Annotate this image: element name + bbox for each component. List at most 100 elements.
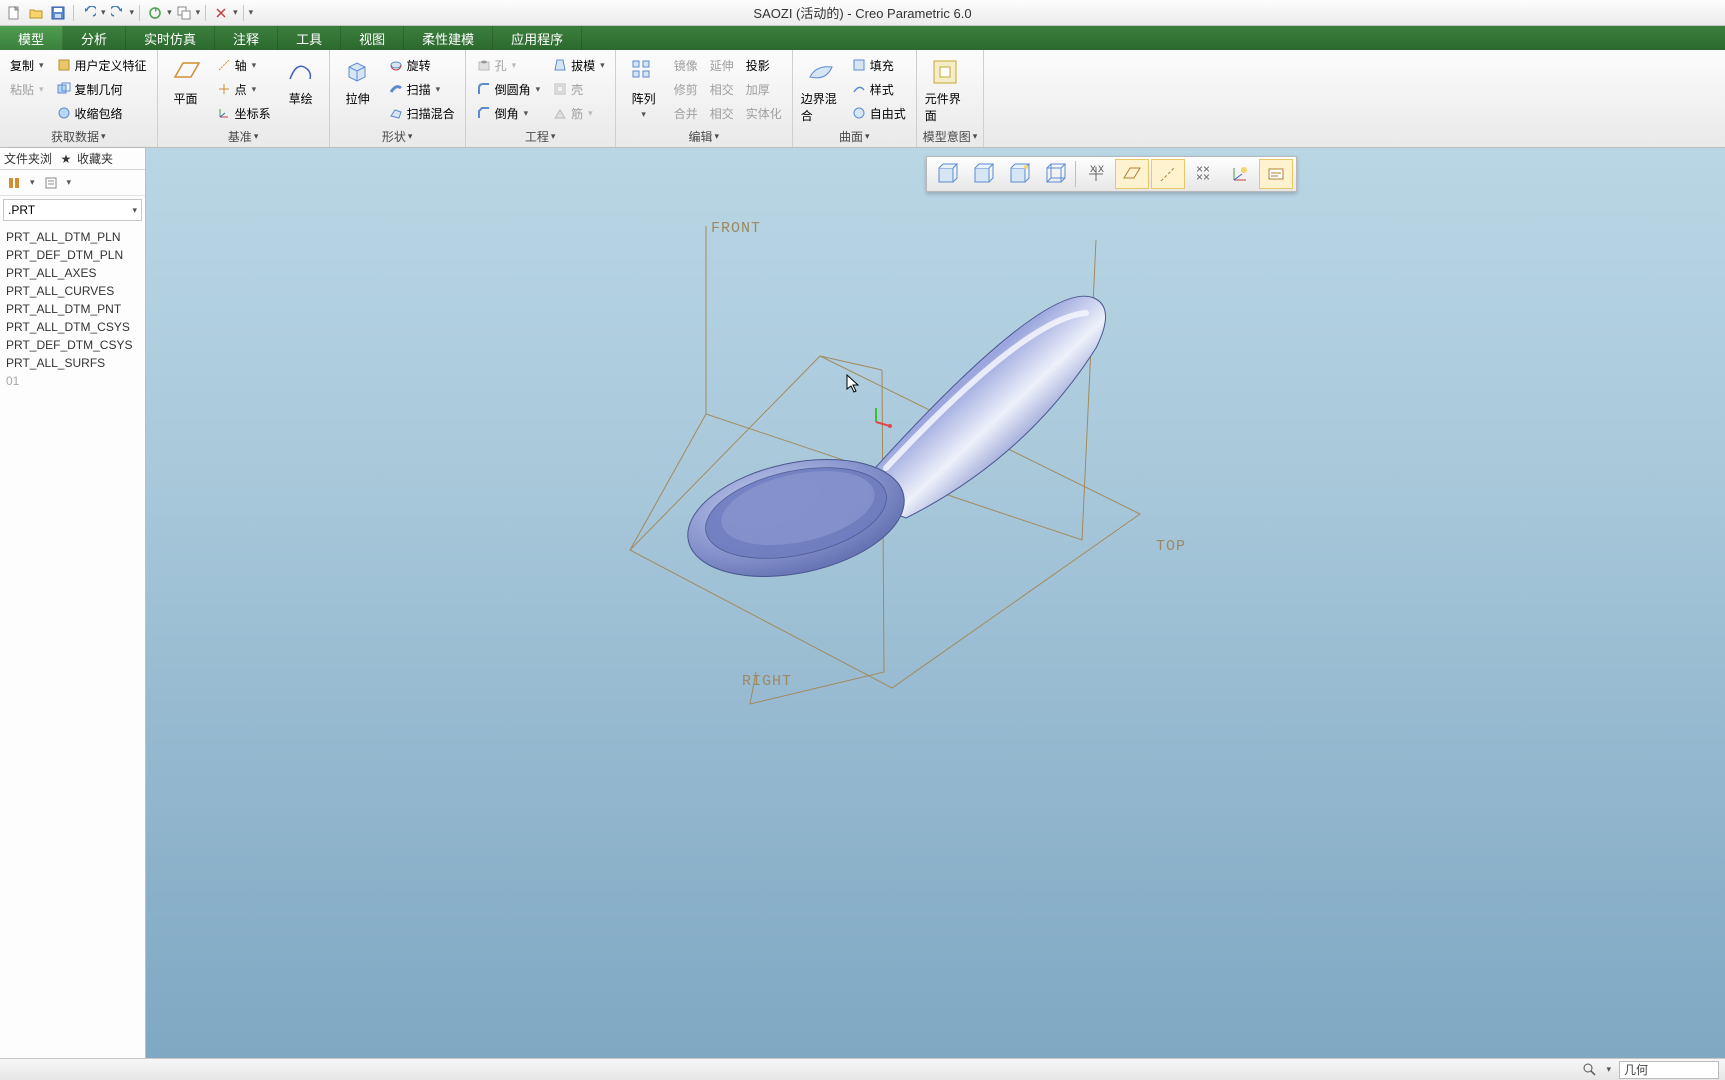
- tree-item[interactable]: PRT_ALL_CURVES: [4, 282, 141, 300]
- paste-button[interactable]: 粘贴: [6, 78, 48, 100]
- tab-annotate[interactable]: 注释: [215, 26, 278, 50]
- tab-model[interactable]: 模型: [0, 26, 63, 50]
- group-datum-label: 基准: [228, 128, 252, 145]
- tree-filter-icon[interactable]: [43, 175, 59, 191]
- style-button[interactable]: 样式: [847, 78, 910, 100]
- sweep-blend-button[interactable]: 扫描混合: [384, 102, 459, 124]
- group-get-data-label: 获取数据: [51, 128, 99, 145]
- windows-button[interactable]: [174, 3, 194, 23]
- draft-label: 拔模: [571, 57, 595, 74]
- tree-item[interactable]: PRT_ALL_DTM_CSYS: [4, 318, 141, 336]
- axis-button[interactable]: 轴: [212, 54, 275, 76]
- open-file-button[interactable]: [26, 3, 46, 23]
- regen-button[interactable]: [145, 3, 165, 23]
- chamfer-label: 倒角: [495, 105, 519, 122]
- viewport-svg: [146, 148, 1725, 1058]
- freestyle-button[interactable]: 自由式: [847, 102, 910, 124]
- shrinkwrap-icon: [56, 105, 72, 121]
- sketch-button[interactable]: 草绘: [279, 54, 323, 127]
- round-button[interactable]: 倒圆角: [472, 78, 545, 100]
- redo-button[interactable]: [108, 3, 128, 23]
- tree-item[interactable]: 01: [4, 372, 141, 390]
- pattern-button[interactable]: 阵列 ▾: [622, 54, 666, 127]
- extrude-button[interactable]: 拉伸: [336, 54, 380, 127]
- find-icon[interactable]: [1582, 1062, 1598, 1078]
- udf-label: 用户定义特征: [75, 57, 147, 74]
- pattern-icon: [628, 56, 660, 88]
- tab-simulation[interactable]: 实时仿真: [126, 26, 215, 50]
- copy-button[interactable]: 复制: [6, 54, 48, 76]
- shell-button[interactable]: 壳: [548, 78, 609, 100]
- extend-label: 延伸: [710, 57, 734, 74]
- plane-icon: [170, 56, 202, 88]
- shrinkwrap-button[interactable]: 收缩包络: [52, 102, 151, 124]
- fill-button[interactable]: 填充: [847, 54, 910, 76]
- tab-view[interactable]: 视图: [341, 26, 404, 50]
- point-button[interactable]: 点: [212, 78, 275, 100]
- tree-filter-value: .PRT: [8, 203, 35, 217]
- solidify-button[interactable]: 实体化: [742, 102, 786, 124]
- tab-flexible[interactable]: 柔性建模: [404, 26, 493, 50]
- close-button[interactable]: [211, 3, 231, 23]
- project-button[interactable]: 投影: [742, 54, 786, 76]
- save-button[interactable]: [48, 3, 68, 23]
- rib-label: 筋: [571, 105, 583, 122]
- merge-button[interactable]: 合并: [670, 102, 702, 124]
- component-interface-button[interactable]: 元件界面: [923, 54, 967, 127]
- tree-tab-favorites[interactable]: ★收藏夹: [58, 150, 113, 167]
- group-model-intent: 元件界面 模型意图▾: [917, 50, 985, 147]
- tree-item[interactable]: PRT_ALL_AXES: [4, 264, 141, 282]
- title-bar: ▾ ▾ ▾ ▾ ▾ ▾ SAOZI (活动的) - Creo Parametri…: [0, 0, 1725, 26]
- tree-item[interactable]: PRT_ALL_SURFS: [4, 354, 141, 372]
- close-icon: [213, 5, 229, 21]
- draft-button[interactable]: 拔模: [548, 54, 609, 76]
- copy-geom-button[interactable]: 复制几何: [52, 78, 151, 100]
- extrude-icon: [342, 56, 374, 88]
- tree-item[interactable]: PRT_DEF_DTM_PLN: [4, 246, 141, 264]
- tab-apps[interactable]: 应用程序: [493, 26, 582, 50]
- hole-button[interactable]: 孔: [472, 54, 545, 76]
- thicken-button[interactable]: 加厚: [742, 78, 786, 100]
- udf-button[interactable]: 用户定义特征: [52, 54, 151, 76]
- tab-analysis[interactable]: 分析: [63, 26, 126, 50]
- tree-item[interactable]: PRT_ALL_DTM_PLN: [4, 228, 141, 246]
- tree-tab-folder-label: 文件夹浏: [4, 150, 52, 167]
- sweep-blend-icon: [388, 105, 404, 121]
- sweep-icon: [388, 81, 404, 97]
- revolve-icon: [388, 57, 404, 73]
- intersect-label: 相交: [710, 105, 734, 122]
- undo-button[interactable]: [79, 3, 99, 23]
- rib-button[interactable]: 筋: [548, 102, 609, 124]
- chamfer-button[interactable]: 倒角: [472, 102, 545, 124]
- shell-label: 壳: [571, 81, 583, 98]
- revolve-button[interactable]: 旋转: [384, 54, 459, 76]
- spoon-model[interactable]: [677, 296, 1106, 594]
- solidify-label: 实体化: [746, 105, 782, 122]
- model-tree-panel: 文件夹浏 ★收藏夹 ▾ ▾ .PRT ▾ PRT_ALL_DTM_PLN PRT…: [0, 148, 146, 1058]
- plane-button[interactable]: 平面: [164, 54, 208, 127]
- new-file-button[interactable]: [4, 3, 24, 23]
- round-label: 倒圆角: [495, 81, 531, 98]
- star-icon: ★: [58, 151, 74, 167]
- redo-icon: [110, 5, 126, 21]
- sweep-button[interactable]: 扫描: [384, 78, 459, 100]
- intersect-button[interactable]: 相交: [706, 102, 738, 124]
- mirror-button[interactable]: 镜像: [670, 54, 702, 76]
- tree-item[interactable]: PRT_DEF_DTM_CSYS: [4, 336, 141, 354]
- graphics-viewport[interactable]: xx ××××: [146, 148, 1725, 1058]
- extend-button[interactable]: 延伸: [706, 54, 738, 76]
- tree-settings-icon[interactable]: [6, 175, 22, 191]
- trim-button[interactable]: 修剪: [670, 78, 702, 100]
- selection-filter-combo[interactable]: 几何: [1619, 1061, 1719, 1079]
- offset-label: 相交: [710, 81, 734, 98]
- csys-button[interactable]: 坐标系: [212, 102, 275, 124]
- tree-tab-folder[interactable]: 文件夹浏: [4, 150, 52, 167]
- tab-tools[interactable]: 工具: [278, 26, 341, 50]
- tree-filter-combo[interactable]: .PRT ▾: [3, 199, 142, 221]
- tree-item[interactable]: PRT_ALL_DTM_PNT: [4, 300, 141, 318]
- boundary-blend-button[interactable]: 边界混合: [799, 54, 843, 127]
- datum-label-right: RIGHT: [742, 673, 792, 690]
- boundary-blend-icon: [805, 56, 837, 88]
- offset-button[interactable]: 相交: [706, 78, 738, 100]
- model-tree-list[interactable]: PRT_ALL_DTM_PLN PRT_DEF_DTM_PLN PRT_ALL_…: [0, 224, 145, 1058]
